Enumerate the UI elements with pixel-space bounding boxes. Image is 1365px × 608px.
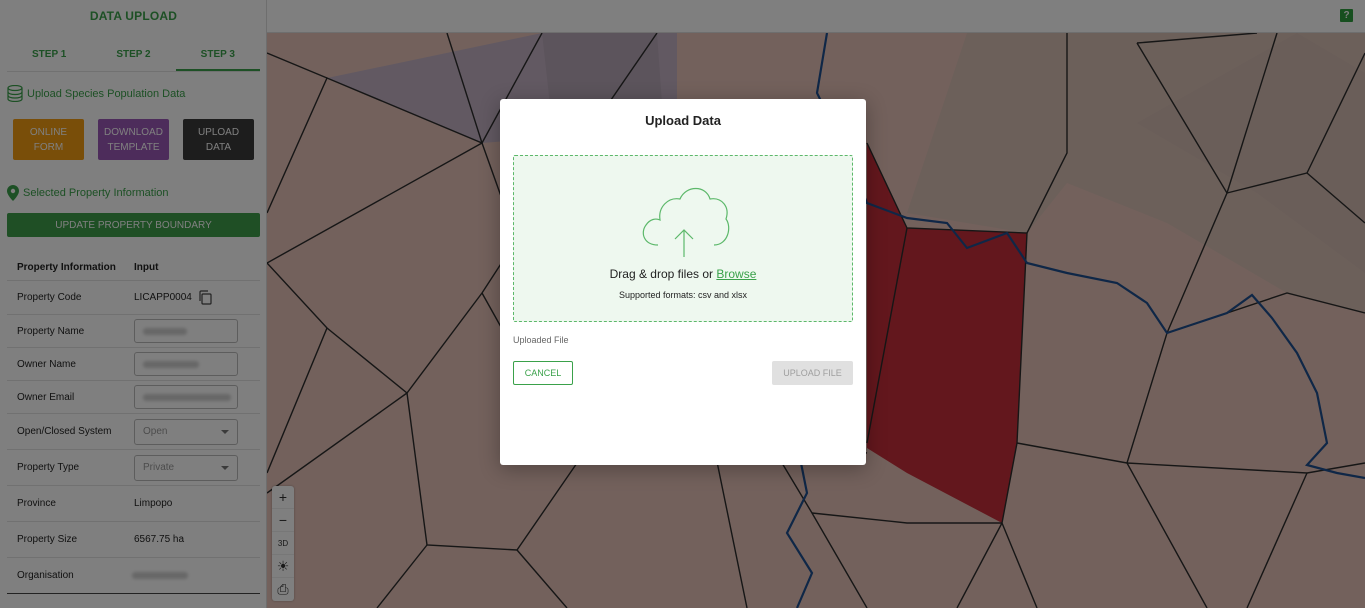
file-dropzone[interactable]: Drag & drop files or Browse Supported fo… (513, 155, 853, 322)
app: DATA UPLOAD STEP 1 STEP 2 STEP 3 Upload … (0, 0, 1365, 608)
modal-title: Upload Data (645, 113, 721, 128)
upload-file-button[interactable]: UPLOAD FILE (772, 361, 853, 385)
dropzone-instructions: Drag & drop files or Browse (609, 267, 757, 281)
uploaded-file-label: Uploaded File (513, 335, 569, 345)
browse-link[interactable]: Browse (716, 267, 756, 281)
cancel-button[interactable]: CANCEL (513, 361, 573, 385)
upload-data-modal: Upload Data Drag & drop files or Browse … (500, 99, 866, 465)
cloud-upload-icon (642, 187, 730, 257)
supported-formats: Supported formats: csv and xlsx (618, 290, 748, 300)
